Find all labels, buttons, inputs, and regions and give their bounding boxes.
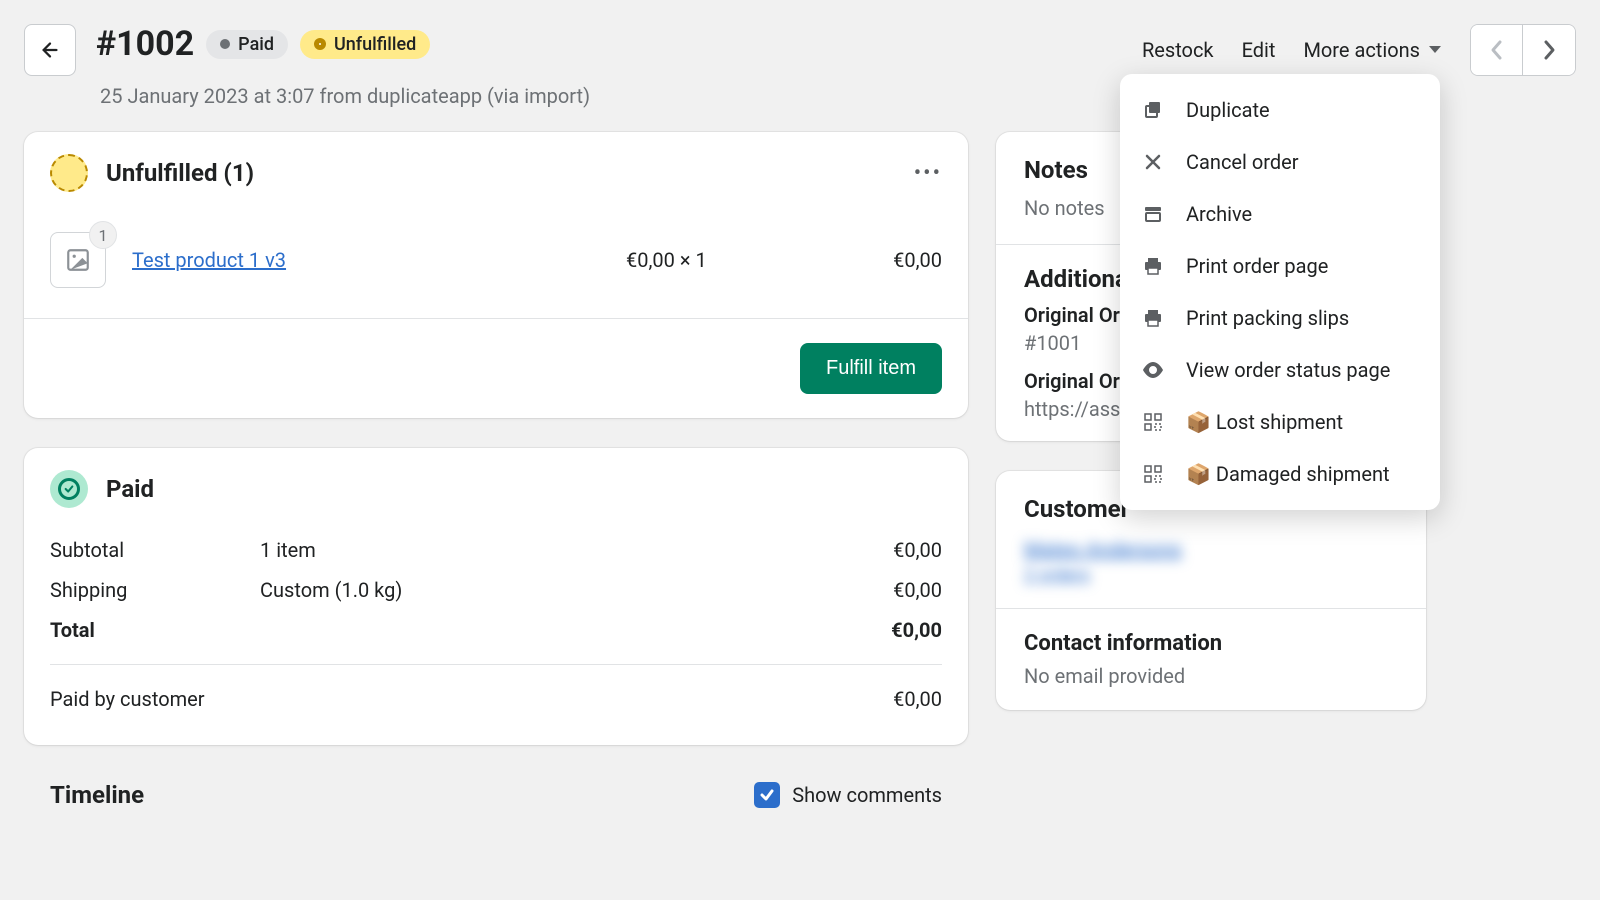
unfulfilled-title: Unfulfilled (1)	[106, 159, 914, 187]
shipping-detail: Custom (1.0 kg)	[260, 578, 893, 602]
subtotal-label: Subtotal	[50, 538, 260, 562]
paid-title: Paid	[106, 475, 942, 503]
menu-item-print-packing[interactable]: Print packing slips	[1120, 292, 1440, 344]
paid-card: Paid Subtotal 1 item €0,00 Shipping Cust…	[24, 448, 968, 745]
product-thumbnail: 1	[50, 232, 106, 288]
shipping-value: €0,00	[893, 578, 942, 602]
quantity-badge: 1	[89, 221, 117, 249]
contact-info-title: Contact information	[1024, 631, 1398, 656]
timeline-title: Timeline	[50, 781, 754, 809]
edit-action[interactable]: Edit	[1242, 38, 1276, 62]
image-placeholder-icon	[65, 247, 91, 273]
card-more-button[interactable]: •••	[914, 161, 942, 186]
menu-item-print-order[interactable]: Print order page	[1120, 240, 1440, 292]
duplicate-icon	[1142, 100, 1164, 120]
fulfill-item-button[interactable]: Fulfill item	[800, 343, 942, 394]
print-icon	[1142, 256, 1164, 276]
line-item: 1 Test product 1 v3 €0,00 × 1 €0,00	[24, 214, 968, 318]
chevron-right-icon	[1542, 39, 1556, 61]
menu-item-lost-shipment[interactable]: 📦 Lost shipment	[1120, 396, 1440, 448]
app-icon	[1142, 465, 1164, 483]
unfulfilled-card: Unfulfilled (1) ••• 1 Test product 1 v3 …	[24, 132, 968, 418]
pager	[1470, 24, 1576, 76]
back-button[interactable]	[24, 24, 76, 76]
app-icon	[1142, 413, 1164, 431]
menu-item-view-status[interactable]: View order status page	[1120, 344, 1440, 396]
menu-item-archive[interactable]: Archive	[1120, 188, 1440, 240]
pager-next-button[interactable]	[1523, 25, 1575, 75]
print-icon	[1142, 308, 1164, 328]
dot-icon	[220, 39, 230, 49]
restock-action[interactable]: Restock	[1142, 38, 1214, 62]
contact-info-value: No email provided	[1024, 664, 1398, 688]
status-badge-unfulfilled: Unfulfilled	[300, 30, 430, 59]
arrow-left-icon	[39, 39, 61, 61]
unfulfilled-icon	[50, 154, 88, 192]
timeline-header: Timeline Show comments	[24, 781, 968, 809]
line-price: €0,00 × 1	[626, 248, 796, 272]
archive-icon	[1142, 204, 1164, 224]
subtotal-value: €0,00	[893, 538, 942, 562]
line-total: €0,00	[822, 248, 942, 272]
show-comments-toggle[interactable]: Show comments	[754, 782, 942, 808]
total-value: €0,00	[891, 618, 942, 642]
package-icon: 📦	[1186, 462, 1211, 486]
paid-by-customer-value: €0,00	[893, 687, 942, 711]
package-icon: 📦	[1186, 410, 1211, 434]
customer-name-link[interactable]: Mateo Andersons	[1024, 537, 1398, 561]
menu-item-cancel[interactable]: Cancel order	[1120, 136, 1440, 188]
paid-icon	[50, 470, 88, 508]
menu-item-duplicate[interactable]: Duplicate	[1120, 84, 1440, 136]
shipping-label: Shipping	[50, 578, 260, 602]
eye-icon	[1142, 362, 1164, 378]
pager-prev-button	[1471, 25, 1523, 75]
customer-orders-link[interactable]: 2 orders	[1024, 565, 1398, 586]
subtotal-detail: 1 item	[260, 538, 893, 562]
status-badge-paid: Paid	[206, 30, 288, 59]
menu-item-damaged-shipment[interactable]: 📦 Damaged shipment	[1120, 448, 1440, 500]
page-title: #1002	[96, 24, 194, 64]
paid-by-customer-label: Paid by customer	[50, 687, 893, 711]
chevron-left-icon	[1490, 39, 1504, 61]
check-icon	[64, 484, 74, 494]
product-link[interactable]: Test product 1 v3	[132, 248, 600, 272]
more-actions-button[interactable]: More actions	[1303, 38, 1442, 62]
checkbox-checked-icon	[754, 782, 780, 808]
more-actions-menu: Duplicate Cancel order Archive Print ord…	[1120, 74, 1440, 510]
close-icon	[1142, 153, 1164, 171]
total-label: Total	[50, 618, 260, 642]
caret-down-icon	[1428, 45, 1442, 55]
ring-icon	[314, 38, 326, 50]
